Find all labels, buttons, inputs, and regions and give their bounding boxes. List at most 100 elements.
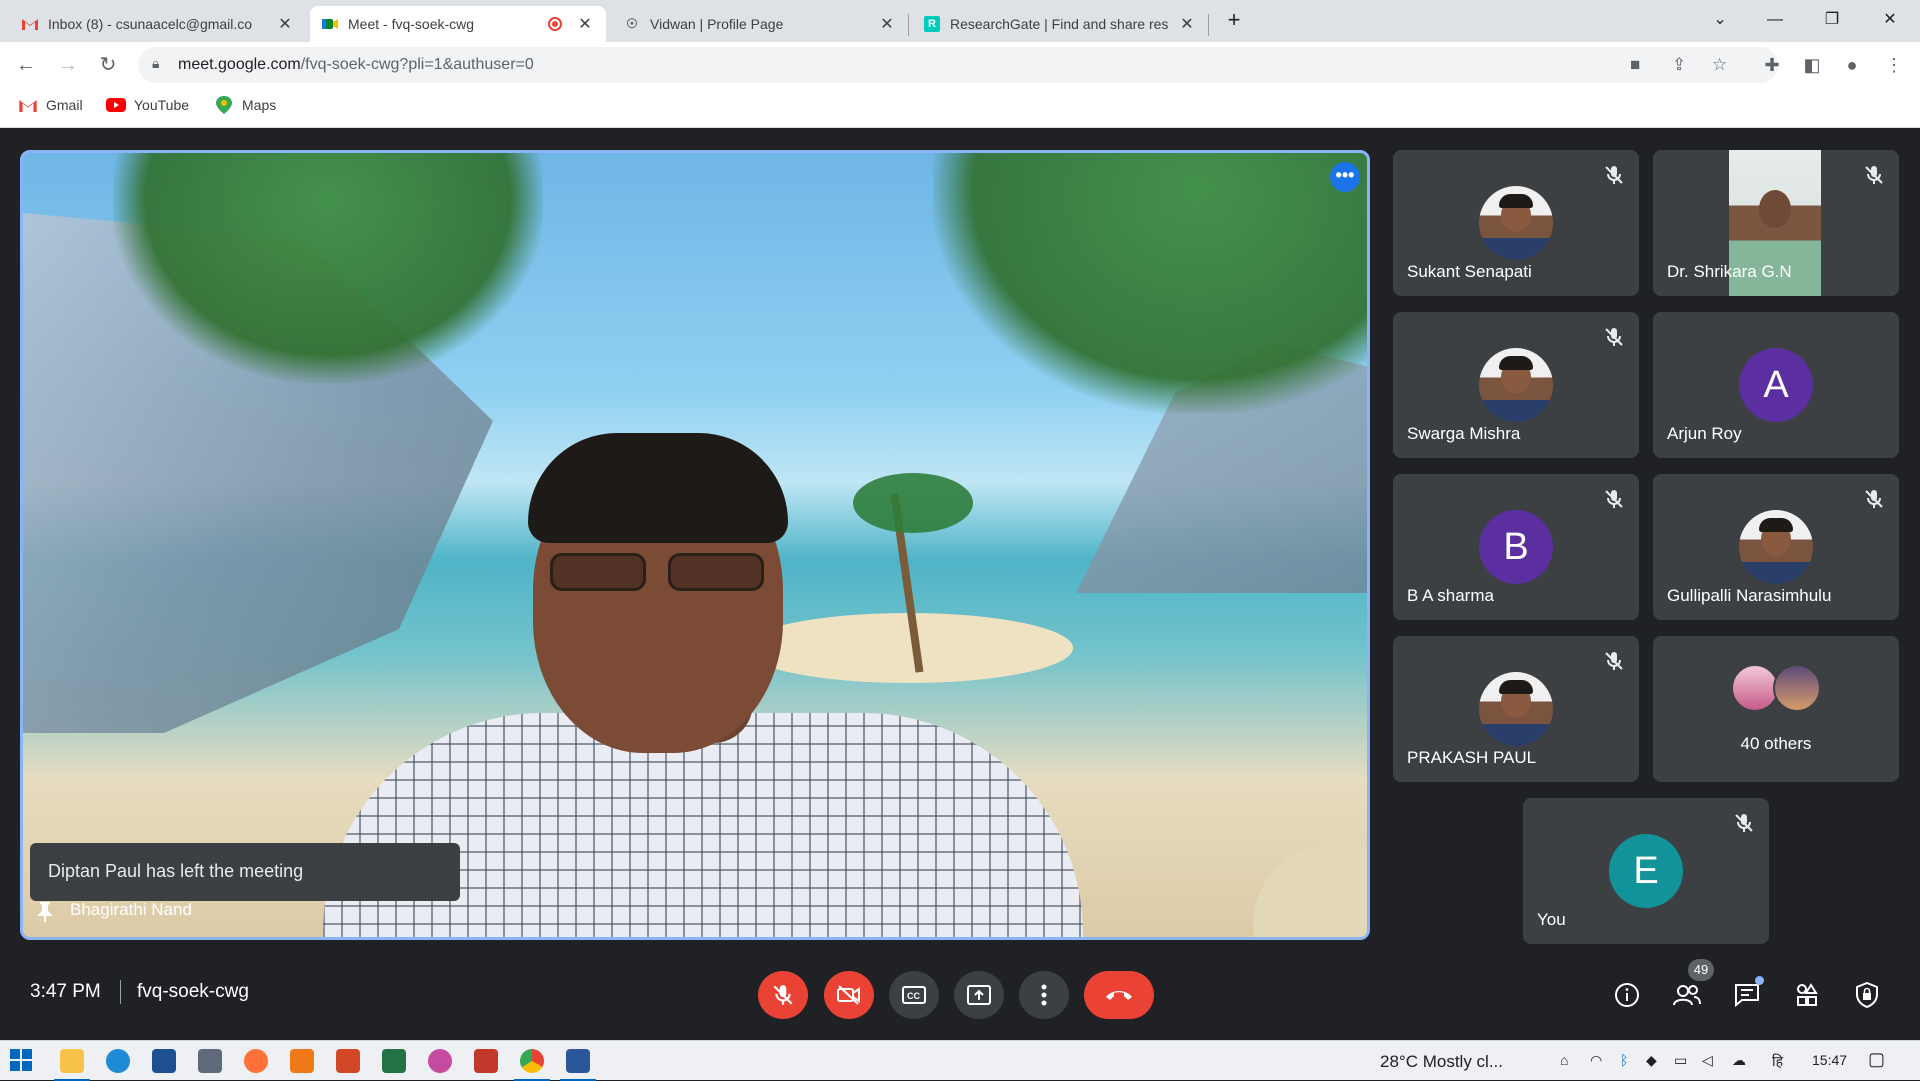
self-tile[interactable]: E You [1523, 798, 1769, 944]
edge-icon[interactable] [106, 1049, 130, 1073]
weather-widget[interactable]: 28°C Mostly cl... [1380, 1052, 1503, 1072]
captions-button[interactable]: CC [889, 971, 939, 1019]
people-button[interactable] [1670, 978, 1704, 1012]
close-window-icon[interactable]: ✕ [1870, 6, 1910, 34]
powerpoint-icon[interactable] [336, 1049, 360, 1073]
tile-options-icon[interactable]: ••• [1330, 162, 1360, 192]
dropbox-icon[interactable]: ◆ [1646, 1052, 1657, 1069]
maps-icon [214, 96, 234, 114]
tab-meet[interactable]: Meet - fvq-soek-cwg ✕ [310, 6, 606, 42]
hang-up-icon [1106, 991, 1132, 1000]
researchgate-icon: R [924, 16, 940, 32]
participant-tile[interactable]: PRAKASH PAUL [1393, 636, 1639, 782]
excel-icon[interactable] [382, 1049, 406, 1073]
close-tab-icon[interactable]: ✕ [276, 14, 294, 34]
language-icon[interactable]: हि [1772, 1052, 1783, 1071]
tab-title: Meet - fvq-soek-cwg [348, 16, 475, 32]
tab-separator [1208, 14, 1209, 36]
app-icon[interactable] [152, 1049, 176, 1073]
activities-button[interactable] [1790, 978, 1824, 1012]
file-explorer-icon[interactable] [54, 1049, 90, 1081]
mic-off-icon [773, 985, 793, 1005]
close-tab-icon[interactable]: ✕ [1178, 14, 1196, 34]
captions-icon: CC [902, 986, 926, 1004]
battery-icon[interactable]: ▭ [1674, 1052, 1687, 1069]
bookmark-maps[interactable]: Maps [214, 96, 277, 114]
windows-start-icon[interactable] [10, 1049, 32, 1071]
address-bar[interactable]: 🔒︎ meet.google.com/fvq-soek-cwg?pli=1&au… [138, 47, 1778, 83]
mic-toggle-button[interactable] [758, 971, 808, 1019]
word-icon[interactable] [560, 1049, 596, 1081]
chrome-icon[interactable] [514, 1049, 550, 1081]
participant-tile[interactable]: Swarga Mishra [1393, 312, 1639, 458]
bookmark-youtube[interactable]: YouTube [106, 97, 189, 113]
profile-icon[interactable]: ● [1838, 51, 1866, 79]
bookmark-gmail[interactable]: Gmail [18, 97, 83, 113]
firefox-icon[interactable] [244, 1049, 268, 1073]
more-vertical-icon [1041, 984, 1047, 1006]
tab-researchgate[interactable]: R ResearchGate | Find and share res ✕ [912, 6, 1208, 42]
close-tab-icon[interactable]: ✕ [878, 14, 896, 34]
participant-name: Arjun Roy [1667, 424, 1742, 443]
reload-icon[interactable]: ↻ [94, 51, 122, 79]
tab-gmail[interactable]: Inbox (8) - csunaacelc@gmail.co ✕ [10, 6, 306, 42]
participant-tile[interactable]: Sukant Senapati [1393, 150, 1639, 296]
bookmark-label: Gmail [46, 97, 83, 113]
participant-name: PRAKASH PAUL [1407, 748, 1537, 767]
app-icon[interactable] [474, 1049, 498, 1073]
taskbar-clock[interactable]: 15:47 [1812, 1052, 1847, 1068]
back-icon[interactable]: ← [12, 51, 40, 79]
camera-toggle-button[interactable] [824, 971, 874, 1019]
chat-unread-dot [1755, 976, 1764, 985]
main-speaker-tile[interactable] [20, 150, 1370, 940]
gmail-icon [18, 97, 38, 113]
chat-icon [1735, 984, 1759, 1007]
camera-app-icon[interactable] [198, 1049, 222, 1073]
bookmark-label: Maps [242, 97, 277, 113]
participant-photo [1479, 672, 1553, 746]
minimize-icon[interactable]: — [1755, 6, 1795, 34]
participant-photo [1479, 186, 1553, 260]
tab-separator [908, 14, 909, 36]
host-controls-button[interactable] [1850, 978, 1884, 1012]
bookmark-star-icon[interactable]: ☆ [1712, 55, 1727, 75]
tab-vidwan[interactable]: ☉ Vidwan | Profile Page ✕ [612, 6, 908, 42]
more-options-button[interactable] [1019, 971, 1069, 1019]
new-tab-icon[interactable]: + [1214, 6, 1254, 34]
participant-name: Dr. Shrikara G.N [1667, 262, 1792, 281]
wifi-icon[interactable]: ◠ [1590, 1052, 1602, 1069]
side-panel-icon[interactable]: ◧ [1798, 51, 1826, 79]
chat-button[interactable] [1730, 976, 1764, 1012]
mic-off-icon [1605, 490, 1623, 508]
mic-off-icon [1865, 166, 1883, 184]
svg-text:CC: CC [907, 991, 920, 1001]
url-text[interactable]: meet.google.com/fvq-soek-cwg?pli=1&authu… [178, 56, 534, 74]
participant-tile[interactable]: Dr. Shrikara G.N [1653, 150, 1899, 296]
photos-icon[interactable] [428, 1049, 452, 1073]
forward-icon[interactable]: → [54, 51, 82, 79]
close-tab-icon[interactable]: ✕ [576, 14, 594, 34]
participant-tile[interactable]: B B A sharma [1393, 474, 1639, 620]
meeting-details-button[interactable] [1610, 978, 1644, 1012]
present-button[interactable] [954, 971, 1004, 1019]
tray-icon[interactable]: ⌂ [1560, 1052, 1568, 1068]
camera-icon[interactable]: ■ [1630, 55, 1640, 75]
pin-icon[interactable] [36, 902, 54, 927]
tab-search-icon[interactable]: ⌄ [1700, 6, 1740, 34]
extensions-icon[interactable]: ✚ [1758, 51, 1786, 79]
menu-icon[interactable]: ⋮ [1880, 51, 1908, 79]
others-tile[interactable]: 40 others [1653, 636, 1899, 782]
present-icon [967, 985, 991, 1005]
bluetooth-icon[interactable]: ᛒ [1620, 1052, 1628, 1068]
volume-icon[interactable]: ◁ [1702, 1052, 1713, 1069]
leave-call-button[interactable] [1084, 971, 1154, 1019]
restore-icon[interactable]: ❐ [1812, 6, 1852, 34]
share-icon[interactable]: ⇪ [1672, 55, 1686, 75]
onedrive-icon[interactable]: ☁ [1732, 1052, 1746, 1069]
gmail-icon [22, 16, 38, 32]
mic-off-icon [1605, 166, 1623, 184]
notifications-icon[interactable]: ▢ [1868, 1049, 1885, 1070]
participant-tile[interactable]: Gullipalli Narasimhulu [1653, 474, 1899, 620]
app-icon[interactable] [290, 1049, 314, 1073]
participant-tile[interactable]: A Arjun Roy [1653, 312, 1899, 458]
